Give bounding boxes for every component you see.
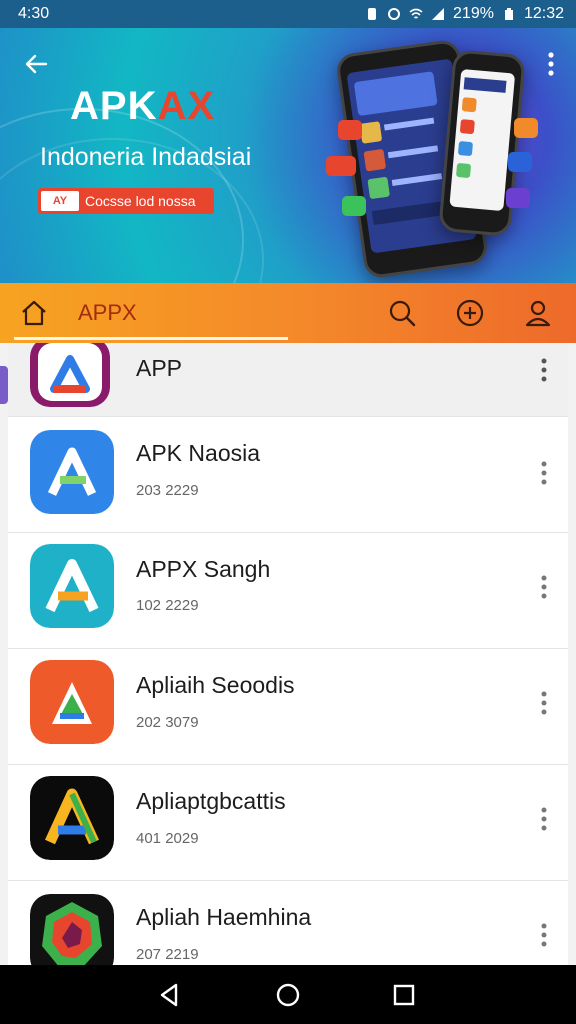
app-date: 102 2229 bbox=[136, 597, 199, 614]
status-icons: 219% 12:32 bbox=[365, 5, 564, 23]
app-icon bbox=[30, 544, 114, 628]
hero-banner: APKAX Indoneria Indadsiai AY Cocsse lod … bbox=[0, 28, 576, 283]
list-item[interactable]: Apliaih Seoodis 202 3079 bbox=[8, 648, 568, 765]
phone-screen bbox=[449, 68, 516, 212]
back-arrow-icon[interactable] bbox=[22, 50, 50, 78]
banner-tagline: Indoneria Indadsiai bbox=[40, 143, 252, 171]
side-scroll-handle[interactable] bbox=[0, 366, 8, 404]
phone-illustration bbox=[438, 49, 526, 237]
brand-accent: AX bbox=[157, 84, 216, 128]
more-vertical-icon[interactable] bbox=[540, 357, 548, 383]
more-vertical-icon[interactable] bbox=[540, 460, 548, 486]
promo-badge: AY bbox=[41, 191, 79, 211]
brand-logo: APKAX bbox=[70, 84, 215, 129]
nav-back-icon[interactable] bbox=[156, 981, 184, 1009]
profile-icon[interactable] bbox=[522, 297, 554, 329]
app-tile-decoration bbox=[326, 156, 356, 176]
app-date: 203 2229 bbox=[136, 482, 199, 499]
app-date: 207 2219 bbox=[136, 946, 199, 963]
app-icon bbox=[30, 894, 114, 965]
app-icon bbox=[30, 776, 114, 860]
sync-icon bbox=[388, 8, 401, 20]
app-tile-decoration bbox=[514, 118, 538, 138]
wifi-icon bbox=[409, 8, 423, 19]
more-vertical-icon[interactable] bbox=[540, 806, 548, 832]
more-vertical-icon[interactable] bbox=[546, 50, 556, 78]
app-tile-decoration bbox=[338, 120, 362, 140]
nav-recents-icon[interactable] bbox=[390, 981, 418, 1009]
app-tile-decoration bbox=[342, 196, 366, 216]
status-clock: 12:32 bbox=[523, 5, 564, 22]
nav-home-icon[interactable] bbox=[274, 981, 302, 1009]
app-tile-decoration bbox=[506, 188, 530, 208]
more-vertical-icon[interactable] bbox=[540, 574, 548, 600]
list-item[interactable]: APPX Sangh 102 2229 bbox=[8, 532, 568, 649]
more-vertical-icon[interactable] bbox=[540, 922, 548, 948]
app-icon bbox=[30, 660, 114, 744]
list-item[interactable]: APK Naosia 203 2229 bbox=[8, 416, 568, 533]
navbar-title[interactable]: APPX bbox=[78, 300, 137, 326]
app-name: Apliah Haemhina bbox=[136, 904, 312, 930]
battery-percent: 219% bbox=[453, 5, 494, 22]
list-item[interactable]: APP bbox=[8, 343, 568, 417]
list-item[interactable]: Apliah Haemhina 207 2219 bbox=[8, 880, 568, 965]
app-name: APP bbox=[136, 355, 183, 381]
more-vertical-icon[interactable] bbox=[540, 690, 548, 716]
app-name: Apliaih Seoodis bbox=[136, 672, 295, 698]
app-name: Apliaptgbcattis bbox=[136, 788, 286, 814]
search-icon[interactable] bbox=[386, 297, 418, 329]
brand-main: APK bbox=[70, 84, 158, 128]
app-navbar: APPX bbox=[0, 283, 576, 343]
home-icon[interactable] bbox=[18, 297, 50, 329]
promo-button[interactable]: AY Cocsse lod nossa bbox=[38, 188, 214, 214]
status-time: 4:30 bbox=[18, 5, 50, 22]
app-icon bbox=[30, 343, 110, 407]
system-navigation-bar bbox=[0, 965, 576, 1024]
app-list: APP APK Naosia 203 2229 APPX Sangh 102 2… bbox=[8, 343, 568, 965]
app-name: APPX Sangh bbox=[136, 556, 271, 582]
notification-icon bbox=[368, 8, 377, 20]
app-date: 202 3079 bbox=[136, 714, 199, 731]
signal-icon bbox=[432, 8, 445, 20]
app-icon bbox=[30, 430, 114, 514]
list-item[interactable]: Apliaptgbcattis 401 2029 bbox=[8, 764, 568, 881]
status-bar: 4:30 219% 12:32 bbox=[0, 0, 576, 28]
app-date: 401 2029 bbox=[136, 830, 199, 847]
promo-label: Cocsse lod nossa bbox=[85, 193, 196, 209]
active-tab-indicator bbox=[14, 337, 288, 340]
app-tile-decoration bbox=[508, 152, 532, 172]
add-circle-icon[interactable] bbox=[454, 297, 486, 329]
battery-icon bbox=[504, 8, 513, 20]
app-name: APK Naosia bbox=[136, 440, 261, 466]
